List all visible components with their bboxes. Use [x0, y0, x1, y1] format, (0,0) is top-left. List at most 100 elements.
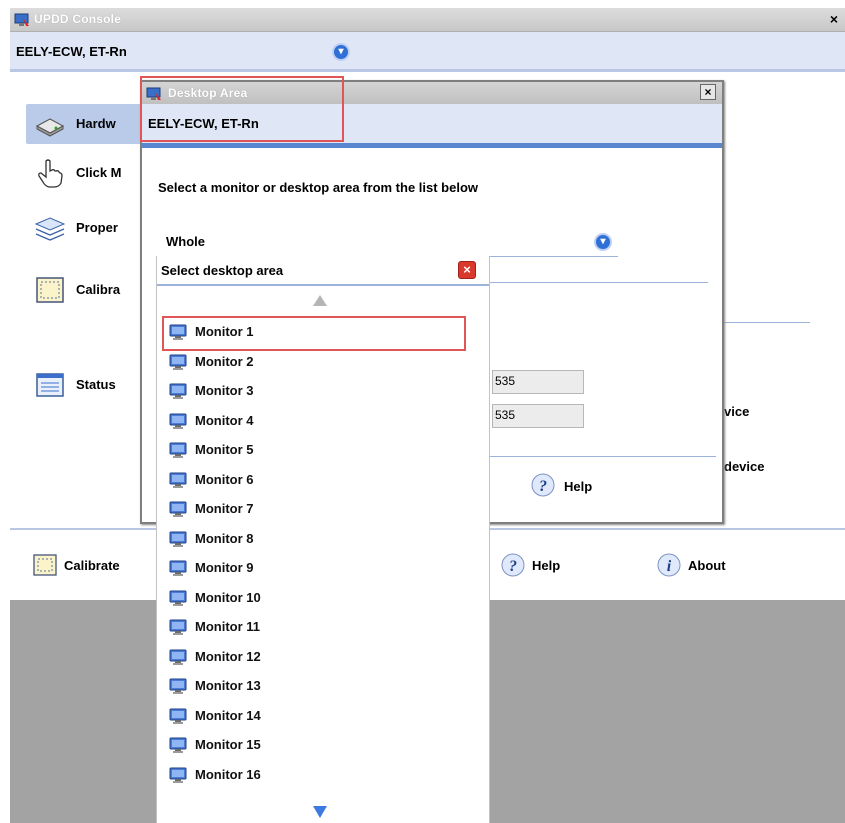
monitor-item-label: Monitor 8 — [195, 530, 254, 546]
monitor-list-item[interactable]: Monitor 5 — [169, 439, 469, 461]
nav-item-hardware[interactable]: Hardw — [26, 104, 156, 144]
monitor-list-item[interactable]: Monitor 12 — [169, 646, 469, 668]
hand-pointer-icon — [38, 159, 63, 188]
nav-label-properties: Proper — [76, 220, 118, 235]
monitor-item-label: Monitor 15 — [195, 737, 261, 752]
monitor-list-item[interactable]: Monitor 6 — [169, 469, 469, 491]
calibrate-icon — [33, 554, 57, 576]
nav-label-hardware: Hardw — [76, 116, 116, 131]
monitor-list-item[interactable]: Monitor 7 — [169, 498, 469, 520]
dialog-title-bar: Desktop Area × — [142, 82, 722, 104]
monitor-icon — [169, 649, 187, 665]
main-close-button[interactable]: × — [825, 10, 843, 28]
monitor-item-label: Monitor 14 — [195, 707, 261, 723]
monitor-item-label: Monitor 10 — [195, 589, 261, 605]
help-icon: ? — [531, 473, 555, 497]
layers-icon — [34, 217, 66, 241]
monitor-list-item[interactable]: Monitor 11 — [169, 616, 469, 638]
monitor-list-item[interactable]: Monitor 3 — [169, 380, 469, 402]
calibrate-button-label: Calibrate — [64, 558, 120, 573]
monitor-item-label: Monitor 11 — [195, 619, 261, 634]
monitor-list-item[interactable]: Monitor 10 — [169, 587, 469, 609]
monitor-item-label: Monitor 16 — [195, 766, 261, 782]
monitor-icon — [169, 619, 187, 635]
info-icon: i — [657, 553, 681, 577]
select-instruction-label: Select a monitor or desktop area from th… — [158, 180, 479, 195]
monitor-list-item[interactable]: Monitor 15 — [169, 734, 469, 756]
monitor-list-item[interactable]: Monitor 2 — [169, 351, 469, 373]
monitor-item-label: Monitor 1 — [195, 324, 254, 339]
monitor-item-label: Monitor 3 — [195, 383, 254, 398]
about-button-label: About — [688, 558, 726, 573]
device-text-1: vice — [724, 404, 750, 419]
monitor-item-label: Monitor 6 — [195, 471, 254, 487]
calibrate-icon — [36, 277, 64, 303]
svg-text:?: ? — [509, 558, 517, 575]
main-device-name: EELY-ECW, ET-Rn — [16, 44, 127, 59]
monitor-icon — [169, 354, 187, 370]
nav-label-click-mode: Click M — [76, 165, 122, 180]
monitor-icon — [169, 590, 187, 606]
svg-text:i: i — [667, 558, 672, 575]
monitor-icon — [169, 324, 187, 340]
monitor-icon — [169, 413, 187, 429]
monitor-icon — [169, 767, 187, 783]
monitor-icon — [169, 501, 187, 517]
monitor-icon — [169, 383, 187, 399]
monitor-icon — [169, 708, 187, 724]
dropdown-header-label: Select desktop area — [161, 263, 284, 278]
nav-label-status: Status — [76, 377, 116, 392]
monitor-list-item[interactable]: Monitor 16 — [169, 764, 469, 786]
help-icon: ? — [501, 553, 525, 577]
monitor-icon — [169, 531, 187, 547]
monitor-item-label: Monitor 7 — [195, 501, 254, 516]
monitor-list-item[interactable]: Monitor 9 — [169, 557, 469, 579]
main-window-title: UPDD Console — [34, 12, 122, 26]
value-field-1[interactable]: 535 — [492, 370, 584, 394]
app-icon — [14, 13, 29, 26]
monitor-icon — [169, 678, 187, 694]
status-list-icon — [36, 373, 64, 397]
monitor-icon — [169, 737, 187, 753]
dialog-device-name: EELY-ECW, ET-Rn — [148, 116, 259, 131]
chevron-down-icon[interactable]: ▾ — [594, 233, 612, 251]
monitor-icon — [169, 472, 187, 488]
main-device-bar[interactable]: EELY-ECW, ET-Rn ▾ — [10, 32, 845, 72]
hardware-icon — [35, 118, 65, 137]
monitor-item-label: Monitor 5 — [195, 442, 254, 457]
monitor-item-label: Monitor 12 — [195, 648, 261, 664]
monitor-item-label: Monitor 4 — [195, 412, 254, 428]
dropdown-close-icon[interactable]: × — [458, 261, 476, 279]
desktop-area-select[interactable]: Whole ▾ — [156, 227, 618, 257]
monitor-item-label: Monitor 2 — [195, 353, 254, 369]
dialog-close-button[interactable]: × — [700, 84, 716, 100]
main-title-bar: UPDD Console × — [10, 8, 845, 32]
dialog-title: Desktop Area — [168, 86, 248, 100]
monitor-list-item[interactable]: Monitor 1 — [169, 321, 469, 343]
main-separator — [716, 322, 810, 323]
desktop-area-dropdown: Select desktop area × Monitor 1 Monitor 2… — [156, 256, 490, 823]
device-dropdown-icon[interactable]: ▾ — [332, 43, 350, 61]
monitor-list-item[interactable]: Monitor 4 — [169, 410, 469, 432]
monitor-icon — [169, 560, 187, 576]
scroll-up-arrow-icon[interactable] — [313, 295, 327, 306]
scroll-down-arrow-icon[interactable] — [313, 806, 327, 818]
dialog-help-label: Help — [564, 479, 593, 494]
nav-label-calibrate: Calibra — [76, 282, 121, 297]
monitor-list-item[interactable]: Monitor 13 — [169, 675, 469, 697]
dialog-separator-top — [488, 282, 708, 283]
dialog-separator-bottom — [482, 456, 716, 457]
monitor-icon — [169, 442, 187, 458]
svg-text:?: ? — [539, 478, 547, 495]
monitor-list-item[interactable]: Monitor 14 — [169, 705, 469, 727]
monitor-item-label: Monitor 13 — [195, 678, 261, 693]
value-field-2[interactable]: 535 — [492, 404, 584, 428]
dropdown-header: Select desktop area × — [157, 256, 489, 286]
dialog-device-bar: EELY-ECW, ET-Rn — [142, 104, 722, 148]
selected-area-value: Whole — [166, 234, 205, 249]
monitor-item-label: Monitor 9 — [195, 560, 254, 575]
help-button-label: Help — [532, 558, 561, 573]
device-text-2: device — [724, 459, 765, 474]
app-icon — [146, 87, 161, 100]
monitor-list-item[interactable]: Monitor 8 — [169, 528, 469, 550]
